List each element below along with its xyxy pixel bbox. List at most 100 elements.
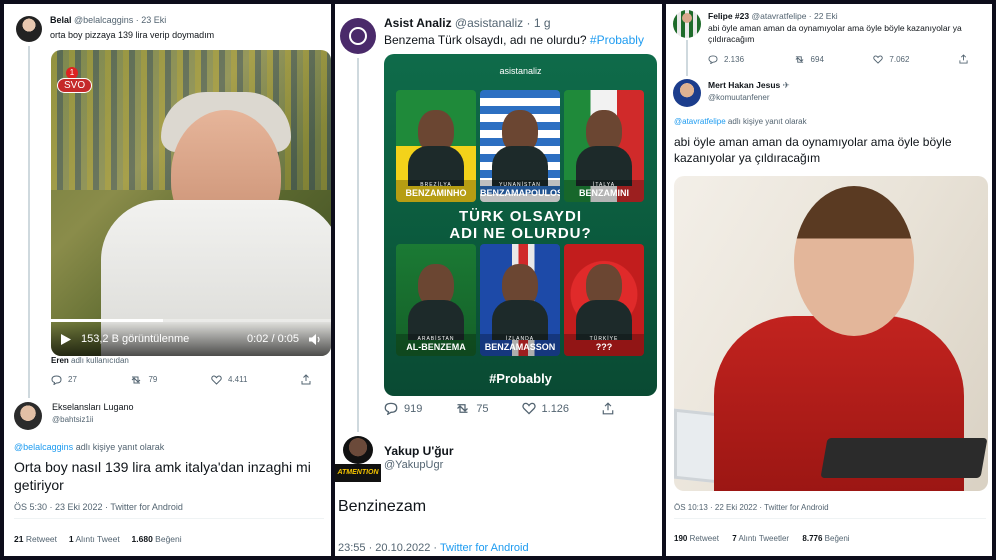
avatar[interactable]: [673, 79, 701, 107]
video-time: 0:02 / 0:05: [247, 333, 299, 345]
avatar[interactable]: [673, 10, 701, 38]
tweet-time[interactable]: · 23 Eki: [136, 15, 167, 25]
tile-caption: İZLANDA BENZAMASSON: [480, 334, 560, 356]
reply-action[interactable]: 919: [384, 402, 422, 415]
reply-count: 27: [68, 375, 77, 384]
tweet-actions: 27 79 4.411: [51, 374, 311, 385]
tweet-image[interactable]: [674, 176, 988, 491]
quotes-label: Alıntı Tweet: [73, 534, 120, 544]
author-name[interactable]: Ekselansları Lugano: [52, 402, 134, 412]
author-handle[interactable]: @YakupUgr: [384, 459, 443, 471]
reply-to-handle[interactable]: @belalcaggins: [14, 442, 73, 452]
avatar[interactable]: [340, 18, 376, 54]
heart-icon: [873, 54, 884, 64]
author-name[interactable]: Belal: [50, 15, 72, 25]
tile-caption: YUNANİSTAN BENZAMAPOULOS: [480, 180, 560, 202]
tweet-panel-3: Felipe #23 @atavratfelipe · 22 Eki abi ö…: [666, 4, 992, 556]
reply-icon: [384, 402, 398, 415]
author-handle[interactable]: @belalcaggins: [74, 15, 133, 25]
tweet-source[interactable]: Twitter for Android: [440, 542, 529, 554]
likes-stat[interactable]: 1.680 Beğeni: [132, 534, 182, 544]
tweet-image[interactable]: asistanaliz BREZİLYA BENZAMINHO YUNANİSTAN…: [384, 54, 657, 396]
likes-stat[interactable]: 8.776 Beğeni: [802, 534, 849, 543]
hashtag-link[interactable]: #Probably: [590, 33, 644, 47]
poster-tile: İZLANDA BENZAMASSON: [480, 244, 560, 356]
reply-action[interactable]: 27: [51, 374, 77, 385]
likes-label: Beğeni: [152, 534, 182, 544]
poster-tile: İTALYA BENZAMINI: [564, 90, 644, 202]
video-player[interactable]: 1 SVO 153,2 B görüntülenme 0:02 / 0:05: [51, 50, 331, 356]
avatar[interactable]: [16, 16, 42, 42]
reply-to-text: adlı kişiye yanıt olarak: [725, 117, 807, 126]
retweet-icon: [455, 402, 470, 415]
author-name[interactable]: Asist Analiz: [384, 16, 452, 30]
retweet-action[interactable]: 79: [130, 375, 157, 385]
poster-title-line2: ADI NE OLURDU?: [449, 225, 592, 242]
author-name[interactable]: Mert Hakan Jesus: [708, 80, 780, 90]
avatar-face: [682, 13, 692, 23]
retweets-label: Retweet: [23, 534, 58, 544]
retweet-action[interactable]: 694: [794, 55, 824, 64]
tweet-time[interactable]: · 22 Eki: [809, 11, 838, 21]
author-handle[interactable]: @komuutanfener: [708, 93, 770, 102]
tile-nickname: AL-BENZEMA: [406, 342, 466, 352]
tweet-stats: 21 Retweet 1 Alıntı Tweet 1.680 Beğeni: [14, 534, 182, 544]
poster-title-line1: TÜRK OLSAYDI: [458, 208, 583, 225]
retweets-stat[interactable]: 190 Retweet: [674, 534, 719, 543]
share-action[interactable]: [301, 374, 311, 385]
thread-line: [686, 40, 688, 76]
volume-icon[interactable]: [309, 333, 321, 345]
tweet-text: orta boy pizzaya 139 lira verip doymadım: [50, 30, 215, 40]
like-count: 1.126: [541, 402, 570, 415]
poster-hashtag: #Probably: [489, 371, 552, 386]
author-handle[interactable]: @atavratfelipe: [751, 11, 806, 21]
tile-caption: TÜRKİYE???: [564, 334, 644, 356]
poster-tile: TÜRKİYE???: [564, 244, 644, 356]
attribution-user[interactable]: Eren: [51, 356, 69, 365]
reply-count: 2.136: [724, 54, 745, 64]
retweet-icon: [794, 55, 805, 64]
quotes-stat[interactable]: 7 Alıntı Tweetler: [732, 534, 789, 543]
retweets-stat[interactable]: 21 Retweet: [14, 534, 57, 544]
divider: [674, 518, 986, 519]
reply-icon: [51, 374, 62, 385]
divider: [14, 518, 324, 519]
reply-to-handle[interactable]: @atavratfelipe: [674, 117, 726, 126]
share-icon: [959, 54, 968, 64]
author-handle[interactable]: @bahtsiz1ii: [52, 415, 93, 424]
avatar[interactable]: ATMENTION: [335, 436, 381, 482]
tweet-timestamp[interactable]: 23:55 · 20.10.2022 ·: [338, 542, 440, 554]
avatar[interactable]: [14, 402, 42, 430]
poster-tile: BREZİLYA BENZAMINHO: [396, 90, 476, 202]
retweet-action[interactable]: 75: [455, 402, 489, 415]
tweet-text: Orta boy nasıl 139 lira amk italya'dan i…: [14, 459, 311, 493]
author-name[interactable]: Felipe #23: [708, 11, 749, 21]
tweet-header: Felipe #23 @atavratfelipe · 22 Eki: [708, 11, 838, 21]
quotes-stat[interactable]: 1 Alıntı Tweet: [69, 534, 120, 544]
author-name-row: Mert Hakan Jesus ✈: [708, 80, 790, 91]
tweet-time[interactable]: · 1 g: [526, 16, 550, 30]
tweet-panel-1: Belal @belalcaggins · 23 Eki orta boy pi…: [4, 4, 331, 556]
tweet-meta: ÖS 10:13 · 22 Eki 2022 · Twitter for And…: [674, 503, 829, 512]
retweet-icon: [130, 375, 142, 385]
thread-line: [357, 58, 359, 432]
thread-line: [28, 46, 30, 398]
poster-title: TÜRK OLSAYDI ADI NE OLURDU?: [384, 208, 657, 242]
like-action[interactable]: 7.062: [873, 55, 909, 64]
tile-nickname: BENZAMASSON: [484, 342, 556, 352]
play-icon[interactable]: [61, 333, 71, 345]
poster-tile: YUNANİSTAN BENZAMAPOULOS: [480, 90, 560, 202]
reply-action[interactable]: 2.136: [708, 55, 744, 64]
author-handle[interactable]: @asistanaliz: [455, 16, 523, 30]
reply-icon: [708, 54, 718, 64]
author-name[interactable]: Yakup U'ğur: [384, 444, 454, 458]
video-attribution: Eren adlı kullanıcıdan: [51, 356, 129, 365]
heart-icon: [211, 374, 222, 385]
image-keyboard: [820, 438, 988, 478]
like-action[interactable]: 4.411: [211, 374, 248, 385]
share-action[interactable]: [959, 54, 968, 64]
share-action[interactable]: [602, 402, 614, 415]
like-count: 4.411: [227, 375, 248, 384]
tweet-text: Benzinezam: [338, 498, 427, 515]
like-action[interactable]: 1.126: [521, 402, 570, 415]
